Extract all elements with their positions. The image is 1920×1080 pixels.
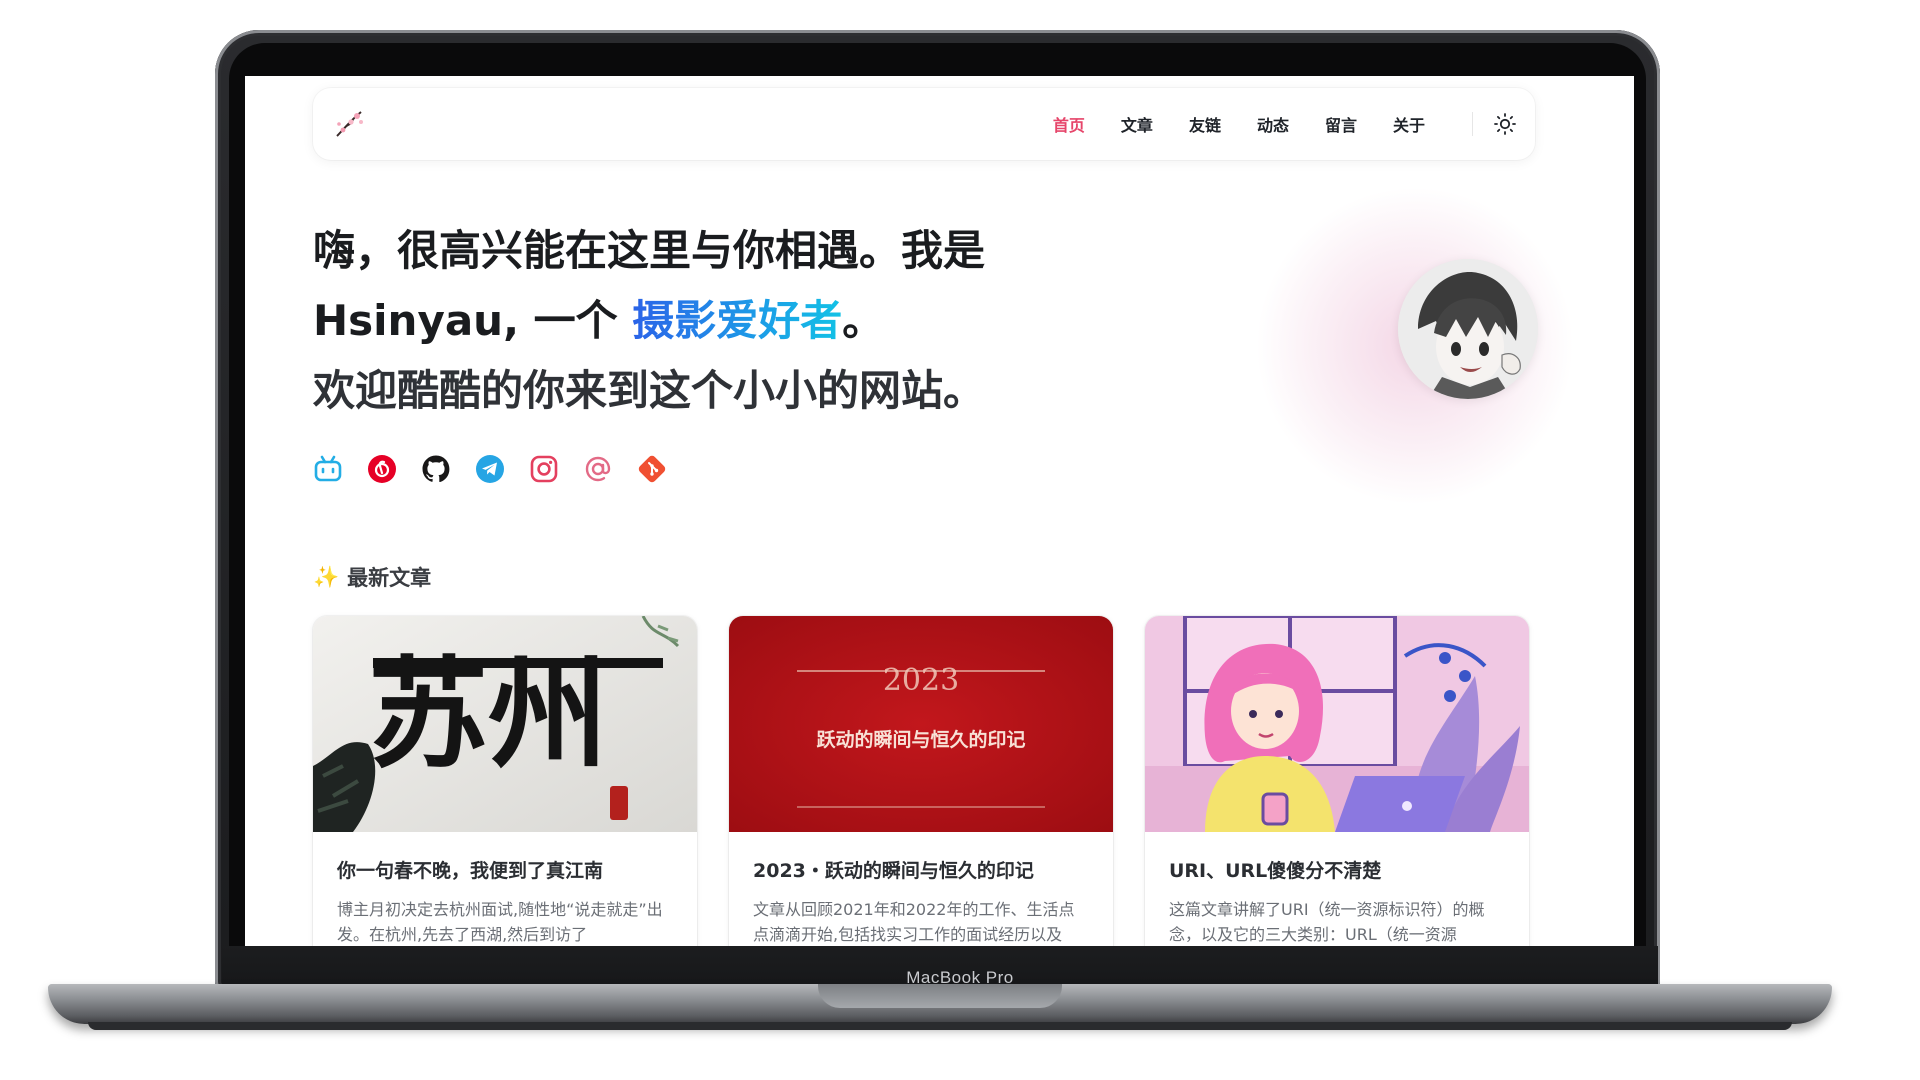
site-logo-icon[interactable] bbox=[331, 108, 367, 140]
netease-music-icon[interactable] bbox=[367, 454, 397, 484]
nav-link[interactable]: 友链 bbox=[1171, 112, 1239, 136]
post-title[interactable]: 你一句春不晚，我便到了真江南 bbox=[337, 856, 673, 883]
post-cover-image bbox=[1145, 616, 1529, 832]
post-cover-image: 2023 跃动的瞬间与恒久的印记 bbox=[729, 616, 1113, 832]
post-title[interactable]: 2023・跃动的瞬间与恒久的印记 bbox=[753, 856, 1089, 883]
hero-name: Hsinyau, 一个 bbox=[313, 296, 633, 345]
sparkles-icon: ✨ bbox=[313, 564, 340, 589]
post-card[interactable]: 2023 跃动的瞬间与恒久的印记 2023・跃动的瞬间与恒久的印记 文章从回顾2… bbox=[729, 616, 1113, 946]
avatar[interactable] bbox=[1398, 259, 1538, 399]
hero-line-1: 嗨，很高兴能在这里与你相遇。我是 bbox=[313, 226, 986, 275]
cover-title: 跃动的瞬间与恒久的印记 bbox=[816, 728, 1025, 751]
post-title[interactable]: URI、URL傻傻分不清楚 bbox=[1169, 856, 1505, 883]
nav-divider bbox=[1472, 112, 1473, 136]
section-title-latest-posts: ✨ 最新文章 bbox=[313, 562, 431, 592]
telegram-icon[interactable] bbox=[475, 454, 505, 484]
post-excerpt: 博主月初决定去杭州面试,随性地“说走就走”出发。在杭州,先去了西湖,然后到访了 bbox=[337, 900, 663, 944]
suzhou-calligraphy-cover: 苏州 bbox=[313, 616, 697, 832]
girl-illustration-cover bbox=[1145, 616, 1529, 832]
hero-highlight: 摄影爱好者 bbox=[632, 296, 843, 345]
nav-link[interactable]: 首页 bbox=[1035, 112, 1103, 136]
git-icon[interactable] bbox=[637, 454, 667, 484]
laptop-base-foot bbox=[88, 1022, 1792, 1030]
post-excerpt: 这篇文章讲解了URI（统一资源标识符）的概念，以及它的三大类别：URL（统一资源 bbox=[1169, 900, 1485, 944]
post-excerpt: 文章从回顾2021年和2022年的工作、生活点点滴滴开始,包括找实习工作的面试经… bbox=[753, 900, 1075, 944]
top-navbar: 首页 文章 友链 动态 留言 关于 bbox=[313, 88, 1535, 160]
bilibili-icon[interactable] bbox=[313, 454, 343, 484]
instagram-icon[interactable] bbox=[529, 454, 559, 484]
post-cover-image: 苏州 bbox=[313, 616, 697, 832]
hero-intro: 嗨，很高兴能在这里与你相遇。我是 Hsinyau, 一个 摄影爱好者。 欢迎酷酷… bbox=[313, 216, 985, 426]
avatar-illustration bbox=[1398, 259, 1538, 399]
hero-line-2-suffix: 。 bbox=[842, 296, 885, 345]
sun-icon[interactable] bbox=[1493, 112, 1517, 136]
nav-link[interactable]: 文章 bbox=[1103, 112, 1171, 136]
nav-link[interactable]: 关于 bbox=[1375, 112, 1443, 136]
github-icon[interactable] bbox=[421, 454, 451, 484]
nav-link[interactable]: 动态 bbox=[1239, 112, 1307, 136]
nav-links: 首页 文章 友链 动态 留言 关于 bbox=[1035, 88, 1443, 160]
post-list: 苏州 你一句春不晚，我便到了真江南 博主月初决定去杭州面试,随性地“说走就走”出… bbox=[313, 616, 1529, 946]
social-links bbox=[313, 454, 667, 484]
laptop-notch bbox=[818, 984, 1062, 1008]
nav-link[interactable]: 留言 bbox=[1307, 112, 1375, 136]
cover-year: 2023 bbox=[883, 663, 959, 698]
hero-line-2: Hsinyau, 一个 摄影爱好者。 bbox=[313, 286, 985, 356]
email-icon[interactable] bbox=[583, 454, 613, 484]
section-title-text: 最新文章 bbox=[347, 566, 432, 590]
year-review-cover: 2023 跃动的瞬间与恒久的印记 bbox=[729, 616, 1113, 832]
browser-viewport: 首页 文章 友链 动态 留言 关于 嗨，很高兴能在这里与你相遇。我是 Hsiny… bbox=[245, 76, 1634, 946]
post-card[interactable]: 苏州 你一句春不晚，我便到了真江南 博主月初决定去杭州面试,随性地“说走就走”出… bbox=[313, 616, 697, 946]
hero-line-3: 欢迎酷酷的你来到这个小小的网站。 bbox=[313, 366, 986, 415]
post-card[interactable]: URI、URL傻傻分不清楚 这篇文章讲解了URI（统一资源标识符）的概念，以及它… bbox=[1145, 616, 1529, 946]
